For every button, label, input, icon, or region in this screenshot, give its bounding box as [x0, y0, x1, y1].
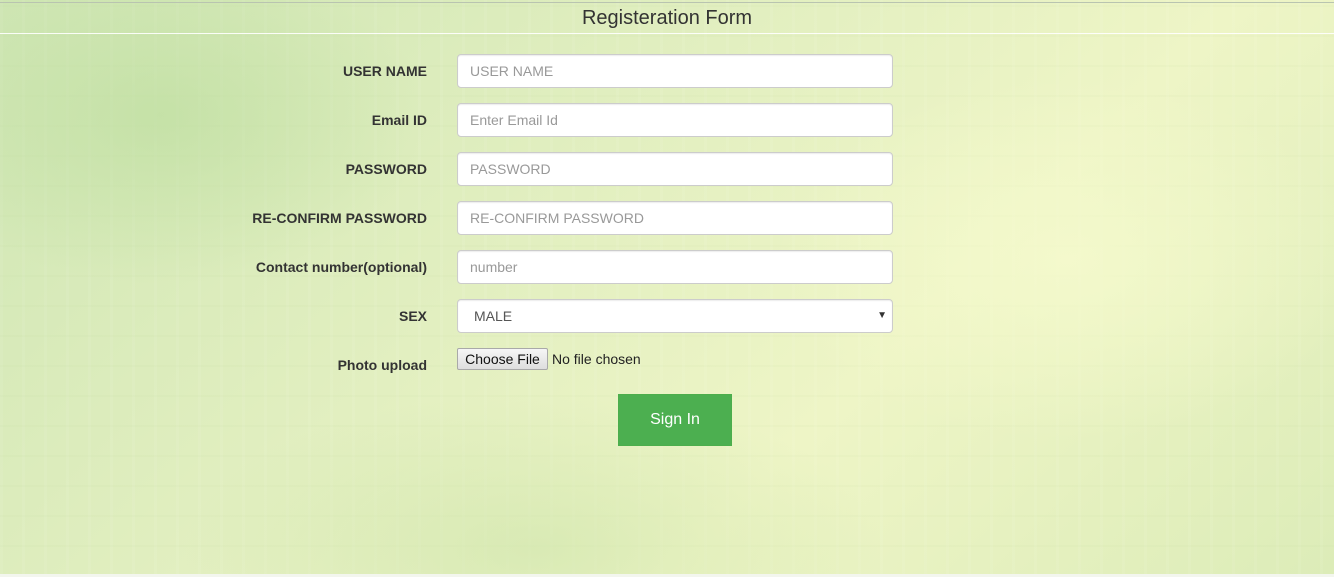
form-title: Registeration Form: [581, 7, 753, 29]
sex-select[interactable]: MALE ▼: [457, 299, 893, 333]
confirm-password-input[interactable]: [457, 201, 893, 235]
contact-row: Contact number(optional): [0, 250, 1334, 284]
top-border: [0, 2, 1334, 3]
sex-row: SEX MALE ▼: [0, 299, 1334, 333]
email-label: Email ID: [371, 112, 427, 128]
username-row: USER NAME: [0, 54, 1334, 88]
sign-in-button[interactable]: Sign In: [618, 394, 732, 446]
username-input[interactable]: [457, 54, 893, 88]
title-divider: [0, 33, 1334, 34]
confirm-password-row: RE-CONFIRM PASSWORD: [0, 201, 1334, 235]
password-row: PASSWORD: [0, 152, 1334, 186]
password-input[interactable]: [457, 152, 893, 186]
file-status-text: No file chosen: [552, 351, 641, 367]
sex-select-value: MALE: [474, 308, 513, 324]
choose-file-button[interactable]: Choose File: [457, 348, 548, 370]
photo-label: Photo upload: [337, 357, 427, 373]
contact-input[interactable]: [457, 250, 893, 284]
password-label: PASSWORD: [345, 161, 427, 177]
contact-label: Contact number(optional): [255, 259, 427, 275]
dropdown-arrow-icon: ▼: [877, 310, 887, 321]
email-row: Email ID: [0, 103, 1334, 137]
confirm-password-label: RE-CONFIRM PASSWORD: [252, 210, 427, 226]
username-label: USER NAME: [342, 63, 427, 79]
photo-row: Photo upload Choose File No file chosen: [0, 348, 1334, 382]
email-input[interactable]: [457, 103, 893, 137]
sex-label: SEX: [398, 308, 427, 324]
